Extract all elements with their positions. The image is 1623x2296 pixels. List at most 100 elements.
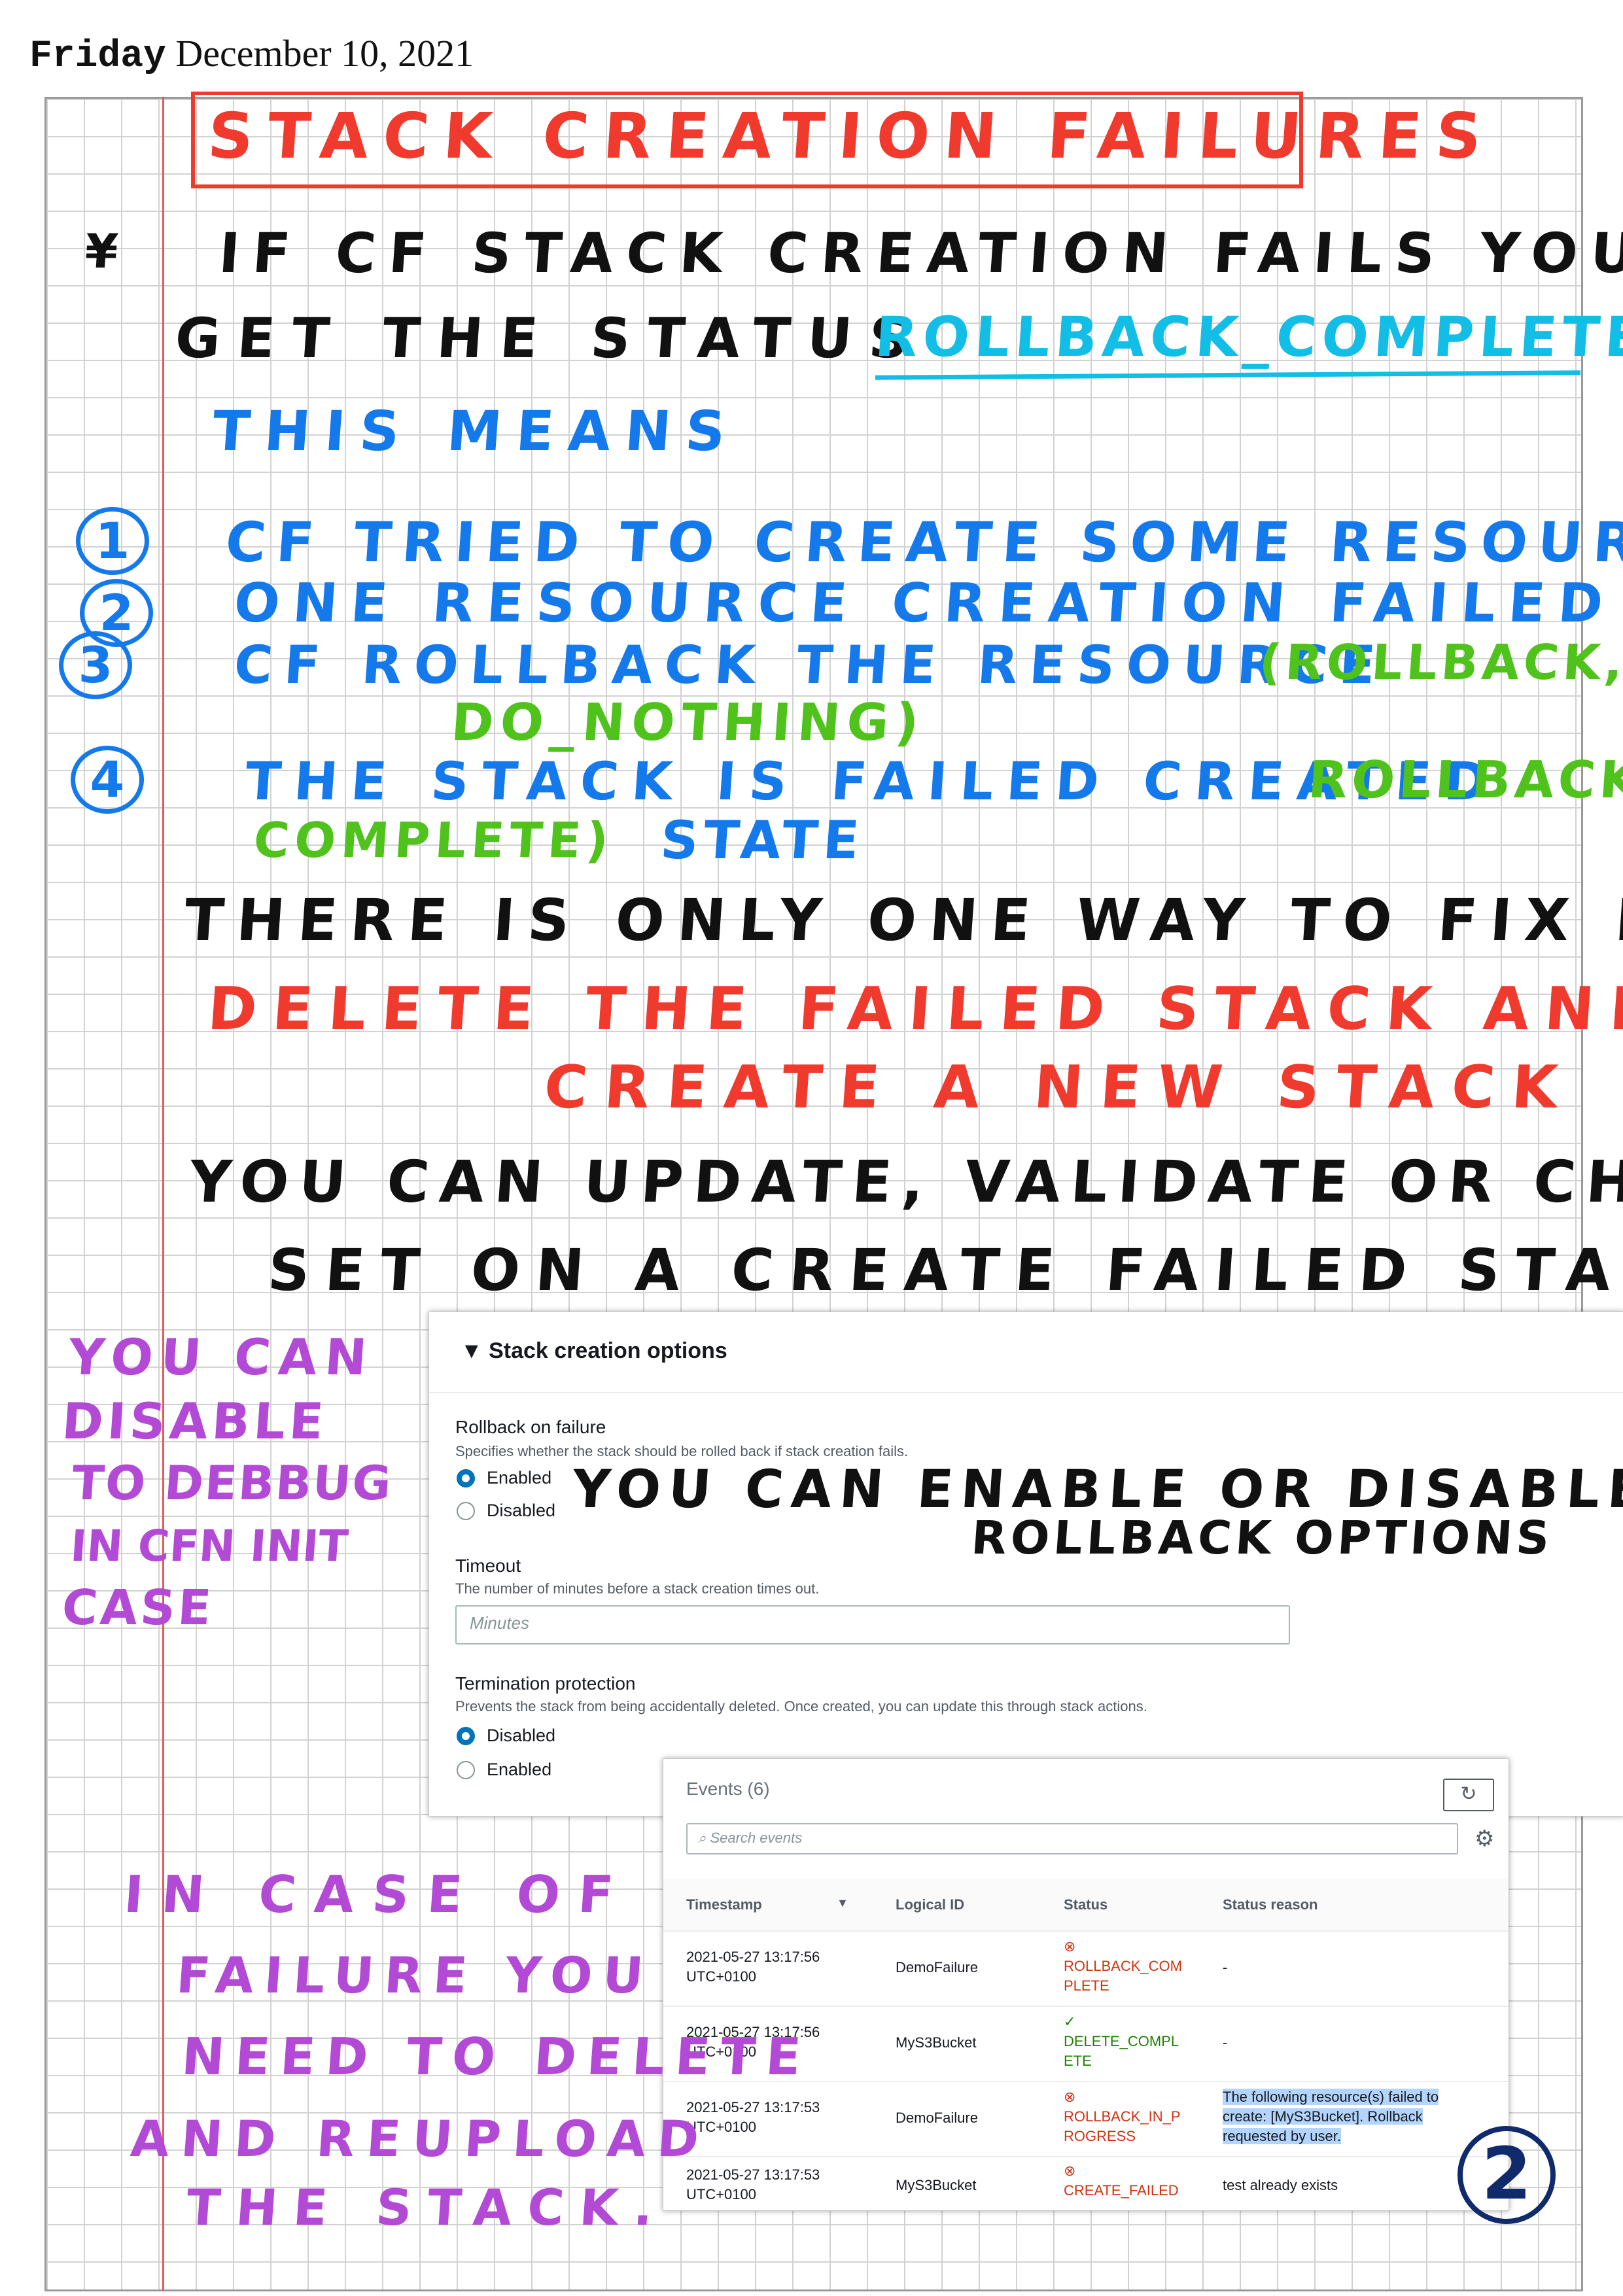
refresh-icon: ↻ [1460,1783,1477,1805]
notes-item4c: COMPLETE) [251,812,616,869]
search-placeholder: Search events [710,1830,803,1846]
termination-label: Termination protection [455,1673,636,1694]
table-row[interactable]: 2021-05-27 13:17:53 UTC+0100 DemoFailure … [663,2081,1509,2157]
table-row[interactable]: 2021-05-27 13:17:53 UTC+0100 MyS3Bucket ⊗… [663,2156,1509,2231]
notes-title: STACK CREATION FAILURES [205,99,1498,173]
termination-description: Prevents the stack from being accidental… [455,1698,1147,1714]
date-rest: December 10, 2021 [175,32,474,75]
row-status: ✓ DELETE_COMPL ETE [1064,2012,1179,2071]
number-circle-4: 4 [71,746,144,814]
stack-options-header[interactable]: ▼ Stack creation options [461,1338,727,1364]
number-circle-3: 3 [59,631,132,699]
error-circle-icon: ⊗ [1064,2163,1076,2179]
side-note-5: CASE [60,1580,216,1636]
enable-note-2: ROLLBACK OPTIONS [969,1511,1556,1565]
notes-red1: DELETE THE FAILED STACK AND [205,975,1623,1043]
status-part2: PLETE [1064,1977,1109,1994]
events-header: Events (6) [686,1779,770,1800]
timeout-input[interactable]: Minutes [455,1605,1290,1644]
side-note-1: YOU CAN [66,1328,377,1386]
bottom-note-5: THE STACK. [184,2178,671,2236]
reason-line3: requested by user. [1223,2128,1342,2144]
events-title: Events [686,1779,742,1799]
status-part2: ETE [1064,2053,1092,2069]
notes-red2: CREATE A NEW STACK [542,1053,1577,1122]
side-note-4: IN CFN INIT [69,1521,350,1571]
table-row[interactable]: 2021-05-27 13:17:56 UTC+0100 DemoFailure … [663,1930,1509,2007]
notes-you1: YOU CAN UPDATE, VALIDATE OR CHANGE [187,1148,1623,1215]
notes-you2: SET ON A CREATE FAILED STACK. [266,1236,1623,1304]
status-part1: CREATE_FAILED [1064,2182,1179,2199]
settings-gear-icon[interactable]: ⚙ [1475,1826,1494,1852]
events-search-input[interactable]: ⌕ Search events [686,1823,1458,1854]
reason-line1: The following resource(s) failed to [1223,2089,1439,2105]
timestamp-date: 2021-05-27 13:17:53 [686,2166,820,2183]
row-logical-id: MyS3Bucket [896,2177,977,2193]
notes-fix: THERE IS ONLY ONE WAY TO FIX IT. [182,886,1623,954]
sort-desc-icon[interactable]: ▼ [837,1896,848,1910]
notes-item1: CF TRIED TO CREATE SOME RESOURCE [223,510,1623,574]
page-date: Friday December 10, 2021 [29,31,474,78]
notes-item4d: STATE [658,810,867,871]
events-table-header: Timestamp ▼ Logical ID Status Status rea… [663,1878,1509,1932]
termination-enabled-label[interactable]: Enabled [487,1760,551,1780]
side-note-2: DISABLE [60,1392,330,1450]
error-circle-icon: ⊗ [1064,1938,1076,1955]
bottom-note-2: FAILURE YOU [174,1946,656,2004]
status-part1: ROLLBACK_IN_P [1064,2108,1181,2125]
timestamp-zone: UTC+0100 [686,2186,757,2202]
bottom-note-1: IN CASE OF [122,1866,634,1924]
rollback-disabled-label[interactable]: Disabled [487,1501,555,1521]
notes-item4b: ROLLBACK [1306,751,1623,810]
notes-line2a: GET THE STATUS [173,306,928,370]
notes-line1: IF CF STACK CREATION FAILS YOU WILL [217,221,1623,285]
expand-triangle-icon[interactable]: ▼ [461,1338,483,1363]
rollback-description: Specifies whether the stack should be ro… [455,1443,909,1459]
row-reason: - [1223,2034,1228,2051]
notes-item2: ONE RESOURCE CREATION FAILED [232,572,1618,635]
notes-item3c: DO_NOTHING) [449,693,928,752]
row-status: ⊗ ROLLBACK_IN_P ROGRESS [1064,2087,1181,2146]
side-note-3: TO DEBBUG [70,1455,394,1510]
refresh-button[interactable]: ↻ [1443,1779,1494,1811]
page-number-circle: 2 [1457,2126,1556,2224]
bullet-mark: ¥ [83,224,130,279]
row-status: ⊗ ROLLBACK_COM PLETE [1064,1937,1182,1996]
success-check-icon: ✓ [1064,2013,1076,2030]
number-circle-1: 1 [76,507,149,575]
timeout-label: Timeout [455,1556,521,1576]
stack-options-title: Stack creation options [489,1338,727,1363]
rollback-enabled-radio[interactable] [457,1469,475,1487]
col-timestamp[interactable]: Timestamp [686,1896,762,1913]
col-status-reason[interactable]: Status reason [1223,1896,1318,1913]
row-logical-id: MyS3Bucket [896,2034,977,2051]
row-logical-id: DemoFailure [896,1959,978,1975]
row-logical-id: DemoFailure [896,2110,978,2126]
notes-item3b: (ROLLBACK, [1257,635,1623,691]
status-part2: ROGRESS [1064,2128,1136,2144]
timeout-description: The number of minutes before a stack cre… [455,1580,820,1597]
row-reason: test already exists [1223,2177,1338,2193]
timestamp-date: 2021-05-27 13:17:56 [686,1949,820,1965]
header-divider [429,1392,1623,1393]
status-part1: ROLLBACK_COM [1064,1958,1182,1974]
bottom-note-3: NEED TO DELETE [179,2028,814,2087]
notes-status: ROLLBACK_COMPLETE [873,305,1623,369]
row-status: ⊗ CREATE_FAILED [1064,2161,1179,2200]
col-status[interactable]: Status [1064,1896,1108,1913]
rollback-enabled-label[interactable]: Enabled [487,1468,551,1488]
row-timestamp: 2021-05-27 13:17:53 UTC+0100 [686,2165,820,2204]
timestamp-zone: UTC+0100 [686,1968,757,1985]
margin-line [162,97,164,2291]
rollback-label: Rollback on failure [455,1417,606,1437]
row-reason: - [1223,1959,1228,1975]
rollback-disabled-radio[interactable] [457,1502,475,1520]
col-logical-id[interactable]: Logical ID [896,1896,964,1913]
termination-enabled-radio[interactable] [457,1761,475,1779]
events-count: (6) [747,1779,770,1799]
termination-disabled-label[interactable]: Disabled [487,1726,555,1746]
events-panel: Events (6) ↻ ⌕ Search events ⚙ Timestamp… [663,1758,1509,2211]
termination-disabled-radio[interactable] [457,1727,475,1745]
row-reason: The following resource(s) failed to creat… [1223,2087,1439,2146]
notes-line3: THIS MEANS [210,399,742,463]
